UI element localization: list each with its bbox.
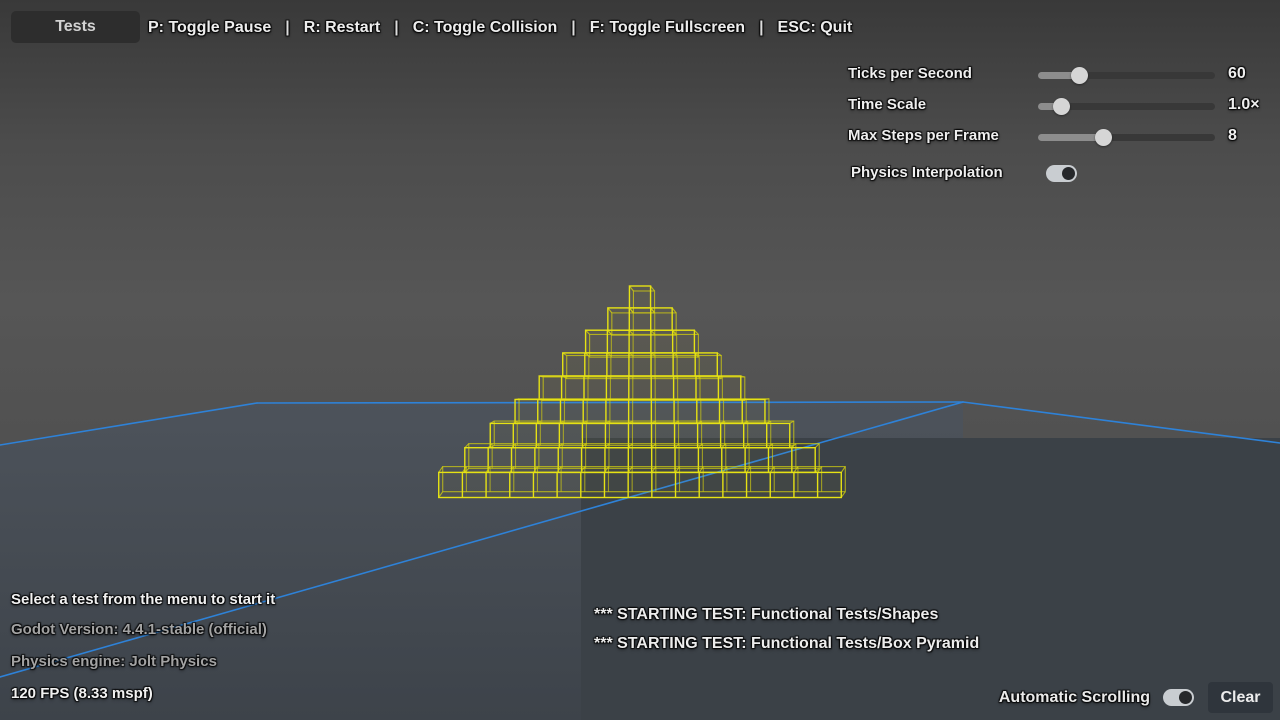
shortcut-hint: R: Restart xyxy=(304,19,380,37)
slider-handle[interactable] xyxy=(1053,98,1070,115)
autoscroll-toggle[interactable] xyxy=(1163,689,1194,706)
pyramid-row xyxy=(563,353,722,379)
log-line: *** STARTING TEST: Functional Tests/Box … xyxy=(594,635,979,653)
pyramid-row xyxy=(515,399,769,424)
info-line: Physics engine: Jolt Physics xyxy=(11,653,217,670)
slider-value: 60 xyxy=(1228,65,1246,83)
shortcut-hint: P: Toggle Pause xyxy=(148,19,271,37)
slider-track[interactable] xyxy=(1038,134,1215,141)
toggle-knob xyxy=(1179,691,1192,704)
shortcut-hint: ESC: Quit xyxy=(778,19,853,37)
slider-value: 1.0× xyxy=(1228,96,1260,114)
info-line: Select a test from the menu to start it xyxy=(11,591,275,608)
shortcut-separator: | xyxy=(571,19,575,37)
tests-menu-button[interactable]: Tests xyxy=(11,11,140,43)
slider-label: Time Scale xyxy=(848,96,926,113)
clear-log-button[interactable]: Clear xyxy=(1208,682,1273,713)
slider-handle[interactable] xyxy=(1071,67,1088,84)
shortcut-separator: | xyxy=(394,19,398,37)
slider-handle[interactable] xyxy=(1095,129,1112,146)
app-window: Tests P: Toggle Pause | R: Restart | C: Togg… xyxy=(0,0,1280,720)
info-line: 120 FPS (8.33 mspf) xyxy=(11,685,153,702)
autoscroll-label: Automatic Scrolling xyxy=(999,689,1150,707)
slider-fill xyxy=(1038,134,1103,141)
slider-label: Ticks per Second xyxy=(848,65,972,82)
header-shortcuts: P: Toggle Pause | R: Restart | C: Toggle Col… xyxy=(148,19,852,37)
slider-label: Max Steps per Frame xyxy=(848,127,999,144)
slider-value: 8 xyxy=(1228,127,1237,145)
shortcut-separator: | xyxy=(759,19,763,37)
toggle-knob xyxy=(1062,167,1075,180)
pyramid-row xyxy=(465,444,819,473)
shortcut-separator: | xyxy=(285,19,289,37)
shortcut-hint: F: Toggle Fullscreen xyxy=(590,19,745,37)
info-line: Godot Version: 4.4.1-stable (official) xyxy=(11,621,267,638)
log-line: *** STARTING TEST: Functional Tests/Shap… xyxy=(594,606,938,624)
slider-track[interactable] xyxy=(1038,72,1215,79)
physics-interpolation-label: Physics Interpolation xyxy=(851,164,1003,181)
shortcut-hint: C: Toggle Collision xyxy=(413,19,558,37)
physics-interpolation-toggle[interactable] xyxy=(1046,165,1077,182)
pyramid-row xyxy=(539,376,745,400)
slider-track[interactable] xyxy=(1038,103,1215,110)
